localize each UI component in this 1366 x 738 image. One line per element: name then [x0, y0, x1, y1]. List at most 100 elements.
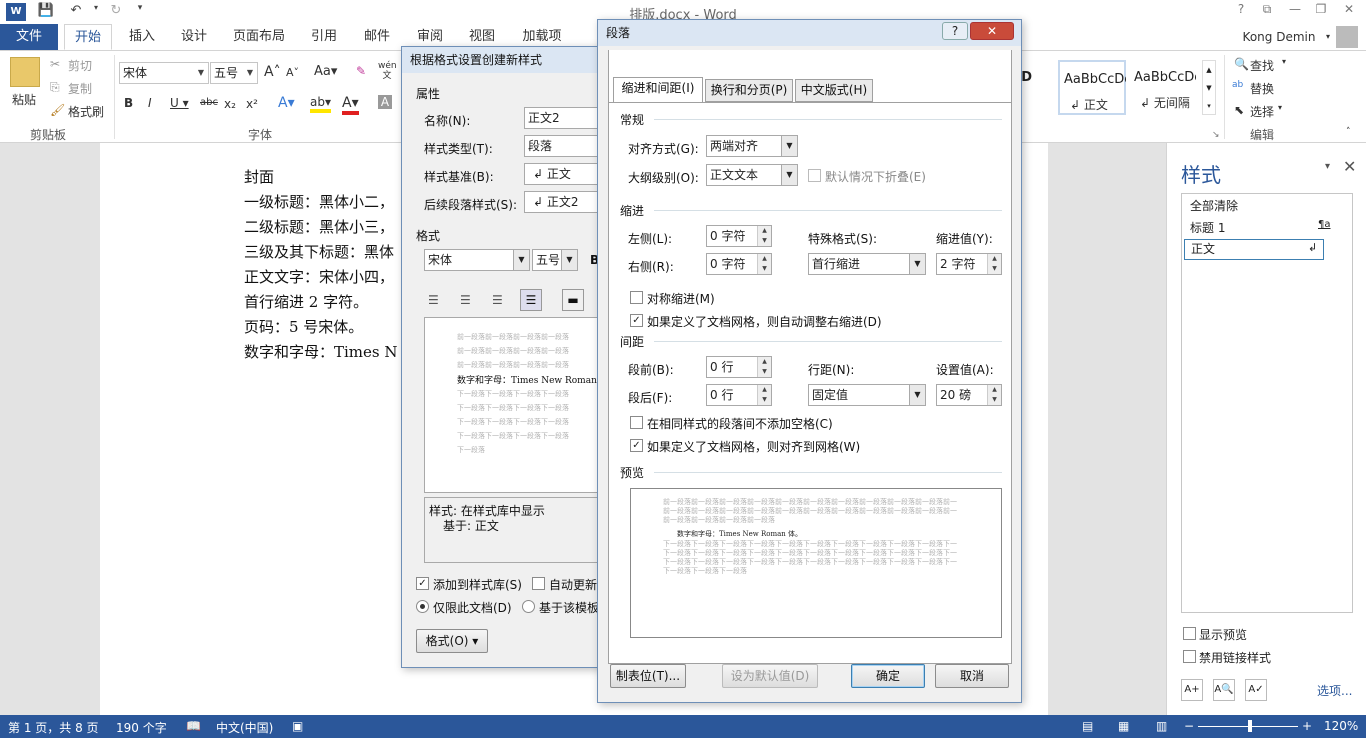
web-layout-icon[interactable]: ▥ [1156, 719, 1167, 733]
dialog-close-icon[interactable]: ✕ [970, 22, 1014, 40]
zoom-level[interactable]: 120% [1324, 719, 1358, 733]
show-preview-checkbox[interactable] [1183, 627, 1196, 640]
style-gallery-item-normal[interactable]: AaBbCcDc ↲ 正文 [1058, 60, 1126, 115]
style-normal[interactable]: 正文 [1184, 239, 1324, 260]
clear-format-icon[interactable]: ✎ [356, 64, 366, 78]
replace-button[interactable]: 替换 [1250, 80, 1274, 97]
line-spacing-select[interactable]: 固定值 ▼ [808, 384, 926, 406]
ok-button[interactable]: 确定 [851, 664, 925, 688]
select-dropdown-icon[interactable]: ▾ [1278, 103, 1282, 112]
spinner-arrows-icon[interactable]: ▲ ▼ [757, 385, 771, 405]
page-count[interactable]: 第 1 页，共 8 页 [8, 719, 99, 736]
avatar[interactable] [1336, 26, 1358, 48]
options-link[interactable]: 选项... [1317, 682, 1352, 699]
paste-button[interactable]: 粘贴 [12, 91, 36, 108]
align-left-icon[interactable]: ☰ [428, 293, 439, 307]
minimize-icon[interactable]: — [1284, 2, 1306, 20]
alignment-select[interactable]: 两端对齐 ▼ [706, 135, 798, 157]
paste-icon[interactable] [10, 57, 40, 87]
mirror-indent-checkbox[interactable] [630, 291, 643, 304]
right-indent-spinner[interactable]: 0 字符 ▲ ▼ [706, 253, 772, 275]
tab-line-page-breaks[interactable]: 换行和分页(P) [705, 79, 793, 102]
select-button[interactable]: 选择 [1250, 103, 1274, 120]
auto-right-indent-checkbox[interactable]: ✓ [630, 314, 643, 327]
user-name[interactable]: Kong Demin [1234, 24, 1324, 50]
manage-styles-icon[interactable]: A✓ [1245, 679, 1267, 701]
doc-line[interactable]: 三级及其下标题：黑体 [244, 241, 394, 262]
cut-button[interactable]: 剪切 [68, 57, 92, 74]
zoom-slider-thumb[interactable] [1248, 720, 1252, 732]
space-after-spinner[interactable]: 0 行 ▲ ▼ [706, 384, 772, 406]
tab-asian-typography[interactable]: 中文版式(H) [795, 79, 873, 102]
cancel-button[interactable]: 取消 [935, 664, 1009, 688]
char-shading-icon[interactable]: A [378, 95, 392, 109]
italic-icon[interactable]: I [148, 96, 152, 110]
tab-references[interactable]: 引用 [304, 24, 344, 50]
font-name-combo[interactable]: 宋体 ▼ [119, 62, 209, 84]
spinner-arrows-icon[interactable]: ▲ ▼ [757, 226, 771, 246]
style-clear-all[interactable]: 全部清除 [1190, 197, 1238, 214]
grow-font-icon[interactable]: A˄ [264, 64, 281, 80]
align-center-icon[interactable]: ☰ [460, 293, 471, 307]
word-count[interactable]: 190 个字 [116, 719, 167, 736]
spinner-arrows-icon[interactable]: ▲ ▼ [757, 254, 771, 274]
tab-file[interactable]: 文件 [0, 24, 58, 50]
find-dropdown-icon[interactable]: ▾ [1282, 57, 1286, 66]
outline-level-select[interactable]: 正文文本 ▼ [706, 164, 798, 186]
superscript-icon[interactable]: x² [246, 97, 258, 111]
phonetic-guide-icon[interactable]: wén 文 [378, 61, 397, 81]
shrink-font-icon[interactable]: A˅ [286, 66, 299, 79]
pane-options-icon[interactable]: ▾ [1325, 161, 1330, 172]
doc-line[interactable]: 页码：5 号宋体。 [244, 316, 363, 337]
new-style-icon[interactable]: A+ [1181, 679, 1203, 701]
space-before-spinner[interactable]: 0 行 ▲ ▼ [706, 356, 772, 378]
macro-icon[interactable]: ▣ [292, 719, 303, 733]
strikethrough-icon[interactable]: abc [200, 97, 218, 108]
only-doc-radio[interactable] [416, 600, 429, 613]
user-dropdown-icon[interactable]: ▾ [1324, 24, 1332, 50]
doc-line[interactable]: 数字和字母：Times N [244, 341, 398, 362]
restore-icon[interactable]: ❐ [1310, 2, 1332, 20]
spinner-arrows-icon[interactable]: ▲ ▼ [987, 254, 1001, 274]
zoom-out-icon[interactable]: − [1184, 719, 1194, 733]
text-effects-icon[interactable]: A▾ [278, 95, 295, 111]
font-size-combo[interactable]: 五号 ▼ [210, 62, 258, 84]
close-icon[interactable]: ✕ [1338, 2, 1360, 20]
tab-insert[interactable]: 插入 [122, 24, 162, 50]
style-gallery-item-no-spacing[interactable]: AaBbCcDc ↲ 无间隔 [1130, 60, 1198, 115]
tab-design[interactable]: 设计 [174, 24, 214, 50]
find-button[interactable]: 查找 [1250, 57, 1274, 74]
style-heading-1[interactable]: 标题 1 [1190, 219, 1225, 236]
read-mode-icon[interactable]: ▤ [1082, 719, 1093, 733]
doc-line[interactable]: 正文文字：宋体小四， [244, 266, 394, 287]
font-color-icon[interactable]: A▾ [342, 95, 359, 115]
subscript-icon[interactable]: x₂ [224, 97, 236, 111]
tab-home[interactable]: 开始 [64, 24, 112, 50]
highlight-icon[interactable]: ab▾ [310, 95, 331, 113]
spinner-arrows-icon[interactable]: ▲ ▼ [987, 385, 1001, 405]
proofing-icon[interactable]: 📖 [186, 719, 201, 733]
template-radio[interactable] [522, 600, 535, 613]
no-space-same-style-checkbox[interactable] [630, 416, 643, 429]
auto-update-checkbox[interactable] [532, 577, 545, 590]
line-spacing-icon[interactable]: ▬ [562, 289, 584, 311]
align-right-icon[interactable]: ☰ [492, 293, 503, 307]
set-default-button[interactable]: 设为默认值(D) [722, 664, 818, 688]
format-menu-button[interactable]: 格式(O) ▾ [416, 629, 488, 653]
tab-indents-spacing[interactable]: 缩进和间距(I) [613, 77, 703, 103]
style-size-select[interactable]: 五号 ▼ [532, 249, 578, 271]
language-indicator[interactable]: 中文(中国) [216, 719, 273, 736]
close-pane-icon[interactable]: ✕ [1343, 157, 1356, 176]
ribbon-display-icon[interactable]: ⧉ [1256, 2, 1278, 20]
change-case-icon[interactable]: Aa▾ [314, 64, 337, 79]
add-gallery-checkbox[interactable]: ✓ [416, 577, 429, 590]
style-inspector-icon[interactable]: A🔍 [1213, 679, 1235, 701]
doc-line[interactable]: 二级标题：黑体小三， [244, 216, 394, 237]
left-indent-spinner[interactable]: 0 字符 ▲ ▼ [706, 225, 772, 247]
collapse-ribbon-icon[interactable]: ˄ [1346, 127, 1351, 137]
tab-mailings[interactable]: 邮件 [357, 24, 397, 50]
format-painter-button[interactable]: 格式刷 [68, 103, 104, 120]
tabs-button[interactable]: 制表位(T)... [610, 664, 686, 688]
dialog-help-icon[interactable]: ? [942, 22, 968, 40]
collapse-checkbox[interactable] [808, 169, 821, 182]
